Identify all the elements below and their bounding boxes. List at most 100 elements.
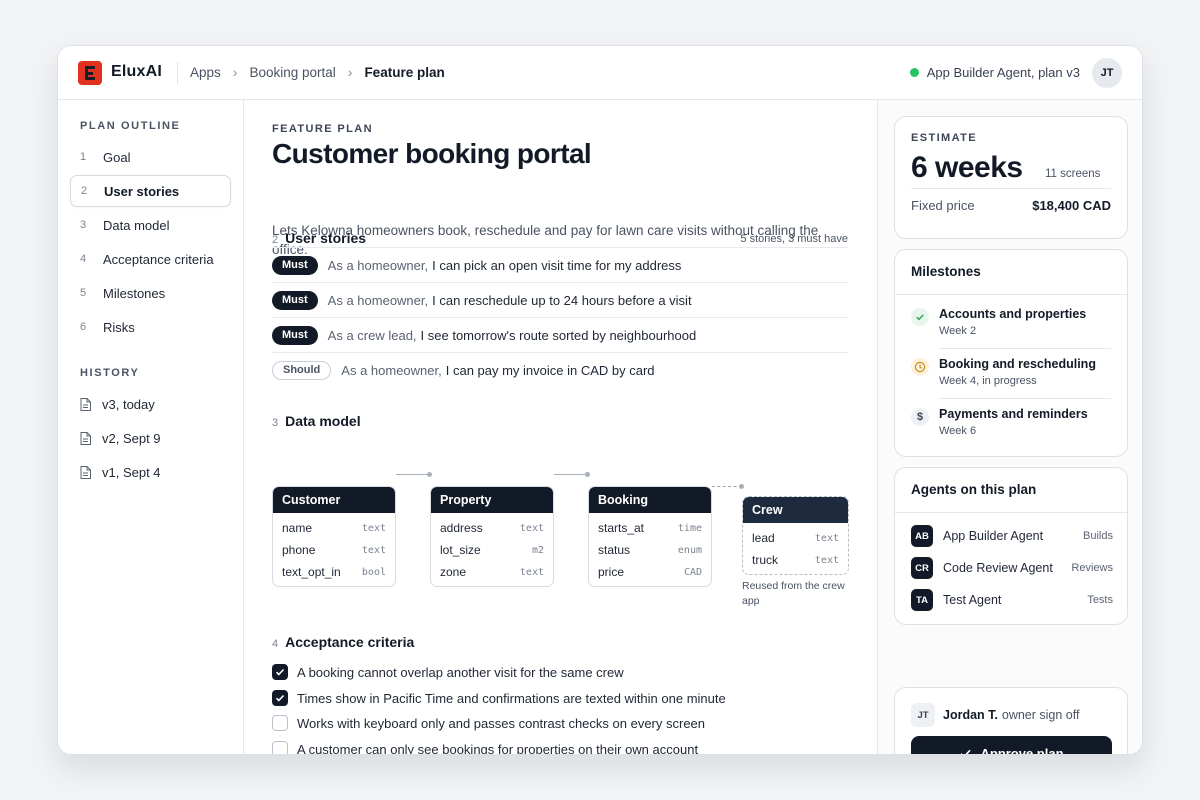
entity-title: Property (431, 487, 553, 513)
data-model-heading: 3 Data model (272, 413, 361, 429)
criteria-text: A booking cannot overlap another visit f… (297, 664, 624, 680)
breadcrumb-feature-plan: Feature plan (364, 64, 445, 80)
card-divider (895, 512, 1127, 513)
criteria-text: A customer can only see bookings for pro… (297, 741, 699, 755)
story-role: As a homeowner, (327, 257, 429, 273)
criteria-text: Works with keyboard only and passes cont… (297, 715, 706, 731)
signoff-line: JT Jordan T. owner sign off (911, 703, 1079, 727)
agent-status: App Builder Agent, plan v3 (909, 65, 1080, 80)
field-name: text_opt_in (282, 565, 341, 579)
online-status-icon (909, 68, 919, 77)
priority-badge: Should (272, 360, 332, 380)
priority-badge: Must (272, 325, 318, 345)
milestones-title: Milestones (911, 264, 981, 279)
agent-item[interactable]: AB App Builder Agent Builds (911, 525, 1113, 547)
entity-customer[interactable]: Customer name text phone text text_opt_in b… (272, 486, 396, 587)
breadcrumb: Apps › Booking portal › Feature plan (190, 64, 445, 80)
relation-node (739, 484, 744, 489)
story-text: I can pay my invoice in CAD by card (445, 362, 655, 378)
user-avatar[interactable]: JT (1092, 58, 1122, 88)
criteria-item[interactable]: A booking cannot overlap another visit f… (272, 664, 624, 680)
criteria-item[interactable]: A customer can only see bookings for pro… (272, 741, 699, 755)
outline-number: 2 (81, 185, 88, 197)
history-label: v2, Sept 9 (102, 431, 161, 446)
story-role: As a homeowner, (341, 362, 442, 378)
story-row[interactable]: Must As a homeowner, I can reschedule up… (272, 282, 848, 317)
outline-number: 1 (80, 151, 87, 163)
milestone-title: Accounts and properties (939, 307, 1087, 321)
entity-field: lead text (743, 527, 848, 549)
field-type: time (677, 522, 702, 534)
estimate-eyebrow: ESTIMATE (911, 132, 977, 144)
signoff-avatar: JT (911, 703, 935, 727)
check-icon (960, 749, 972, 754)
outline-item-risks[interactable]: 6 Risks (70, 311, 231, 343)
field-name: price (598, 565, 625, 579)
document-icon (80, 432, 91, 445)
check-icon (275, 694, 285, 702)
page-eyebrow: FEATURE PLAN (272, 123, 373, 135)
criteria-text: Times show in Pacific Time and confirmat… (297, 690, 726, 706)
story-row[interactable]: Must As a homeowner, I can pick an open … (272, 247, 848, 282)
checkbox-checked[interactable] (272, 690, 288, 706)
outline-label: Milestones (103, 285, 166, 301)
outline-item-user-stories[interactable]: 2 User stories (70, 175, 231, 207)
outline-item-milestones[interactable]: 5 Milestones (70, 277, 231, 309)
entity-crew[interactable]: Crew lead text truck text (742, 496, 849, 575)
card-divider (895, 294, 1127, 295)
history-item-v2[interactable]: v2, Sept 9 (80, 431, 161, 446)
user-stories-count: 5 stories, 3 must have (740, 233, 848, 245)
outline-item-goal[interactable]: 1 Goal (70, 141, 231, 173)
agent-role: Tests (1087, 594, 1113, 606)
entity-field: truck text (743, 549, 848, 571)
agent-item[interactable]: CR Code Review Agent Reviews (911, 557, 1113, 579)
milestone-sub: Week 6 (939, 425, 977, 437)
entity-booking[interactable]: Booking starts_at time status enum price CA… (588, 486, 712, 587)
brand-name: EluxAI (111, 63, 162, 80)
criteria-item[interactable]: Times show in Pacific Time and confirmat… (272, 690, 726, 706)
agent-item[interactable]: TA Test Agent Tests (911, 589, 1113, 611)
relation-node (427, 472, 432, 477)
entity-title: Booking (589, 487, 711, 513)
outline-item-acceptance-criteria[interactable]: 4 Acceptance criteria (70, 243, 231, 275)
checkbox-unchecked[interactable] (272, 715, 288, 731)
criteria-item[interactable]: Works with keyboard only and passes cont… (272, 715, 705, 731)
outline-label: Risks (103, 319, 135, 335)
field-type: text (361, 544, 386, 556)
priority-badge: Must (272, 255, 318, 275)
section-title: Data model (285, 413, 361, 429)
checkbox-unchecked[interactable] (272, 741, 288, 754)
agent-name: Test Agent (943, 593, 1002, 607)
outline-number: 6 (80, 321, 87, 333)
signoff-card: JT Jordan T. owner sign off Approve plan (894, 687, 1128, 754)
outline-item-data-model[interactable]: 3 Data model (70, 209, 231, 241)
field-type: enum (677, 544, 702, 556)
approve-plan-button[interactable]: Approve plan (911, 736, 1112, 754)
reuse-note: Reused from the crew app (742, 580, 845, 607)
outline-label: Goal (103, 149, 131, 165)
checkbox-checked[interactable] (272, 664, 288, 680)
milestone-sub: Week 2 (939, 325, 977, 337)
field-name: status (598, 543, 631, 557)
document-icon (80, 466, 91, 479)
brand-logo-icon[interactable] (78, 61, 102, 85)
page-title: Customer booking portal (272, 138, 592, 169)
section-number: 2 (272, 234, 279, 246)
plan-outline-heading: PLAN OUTLINE (80, 120, 181, 132)
history-label: v1, Sept 4 (102, 465, 161, 480)
story-row[interactable]: Should As a homeowner, I can pay my invo… (272, 352, 848, 387)
breadcrumb-booking-portal[interactable]: Booking portal (249, 65, 335, 80)
breadcrumb-apps[interactable]: Apps (190, 65, 221, 80)
story-row[interactable]: Must As a crew lead, I see tomorrow's ro… (272, 317, 848, 352)
section-title: Acceptance criteria (285, 634, 415, 650)
history-item-v3[interactable]: v3, today (80, 397, 155, 412)
priority-badge: Must (272, 290, 318, 310)
signoff-role: owner sign off (1001, 708, 1080, 722)
outline-label: User stories (104, 183, 180, 199)
story-role: As a homeowner, (327, 292, 429, 308)
story-text: I can reschedule up to 24 hours before a… (432, 292, 692, 308)
entity-property[interactable]: Property address text lot_size m2 zone text (430, 486, 554, 587)
field-type: text (814, 532, 839, 544)
price-value: $18,400 CAD (1032, 198, 1111, 213)
history-item-v1[interactable]: v1, Sept 4 (80, 465, 161, 480)
